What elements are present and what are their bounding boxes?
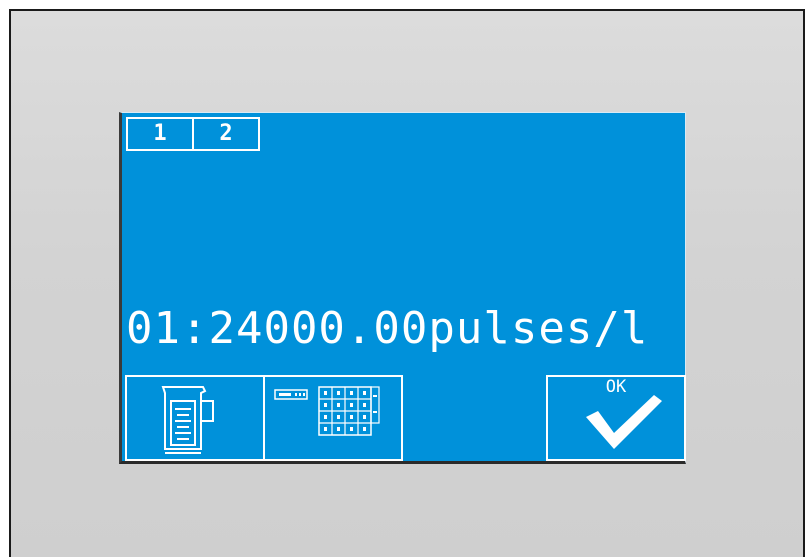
keypad-button[interactable] [263, 375, 403, 461]
display-screen: 1 2 01:24000.00pulses/l OK [119, 112, 686, 464]
measure-button[interactable] [125, 375, 265, 461]
tab-2[interactable]: 2 [192, 117, 260, 151]
tab-1[interactable]: 1 [126, 117, 194, 151]
numeric-keypad-icon [274, 386, 380, 436]
tab-bar: 1 2 [126, 117, 260, 153]
checkmark-icon [586, 395, 662, 449]
ok-button[interactable]: OK [546, 375, 686, 461]
calibration-readout: 01:24000.00pulses/l [126, 303, 649, 354]
measuring-jug-icon [161, 386, 214, 454]
